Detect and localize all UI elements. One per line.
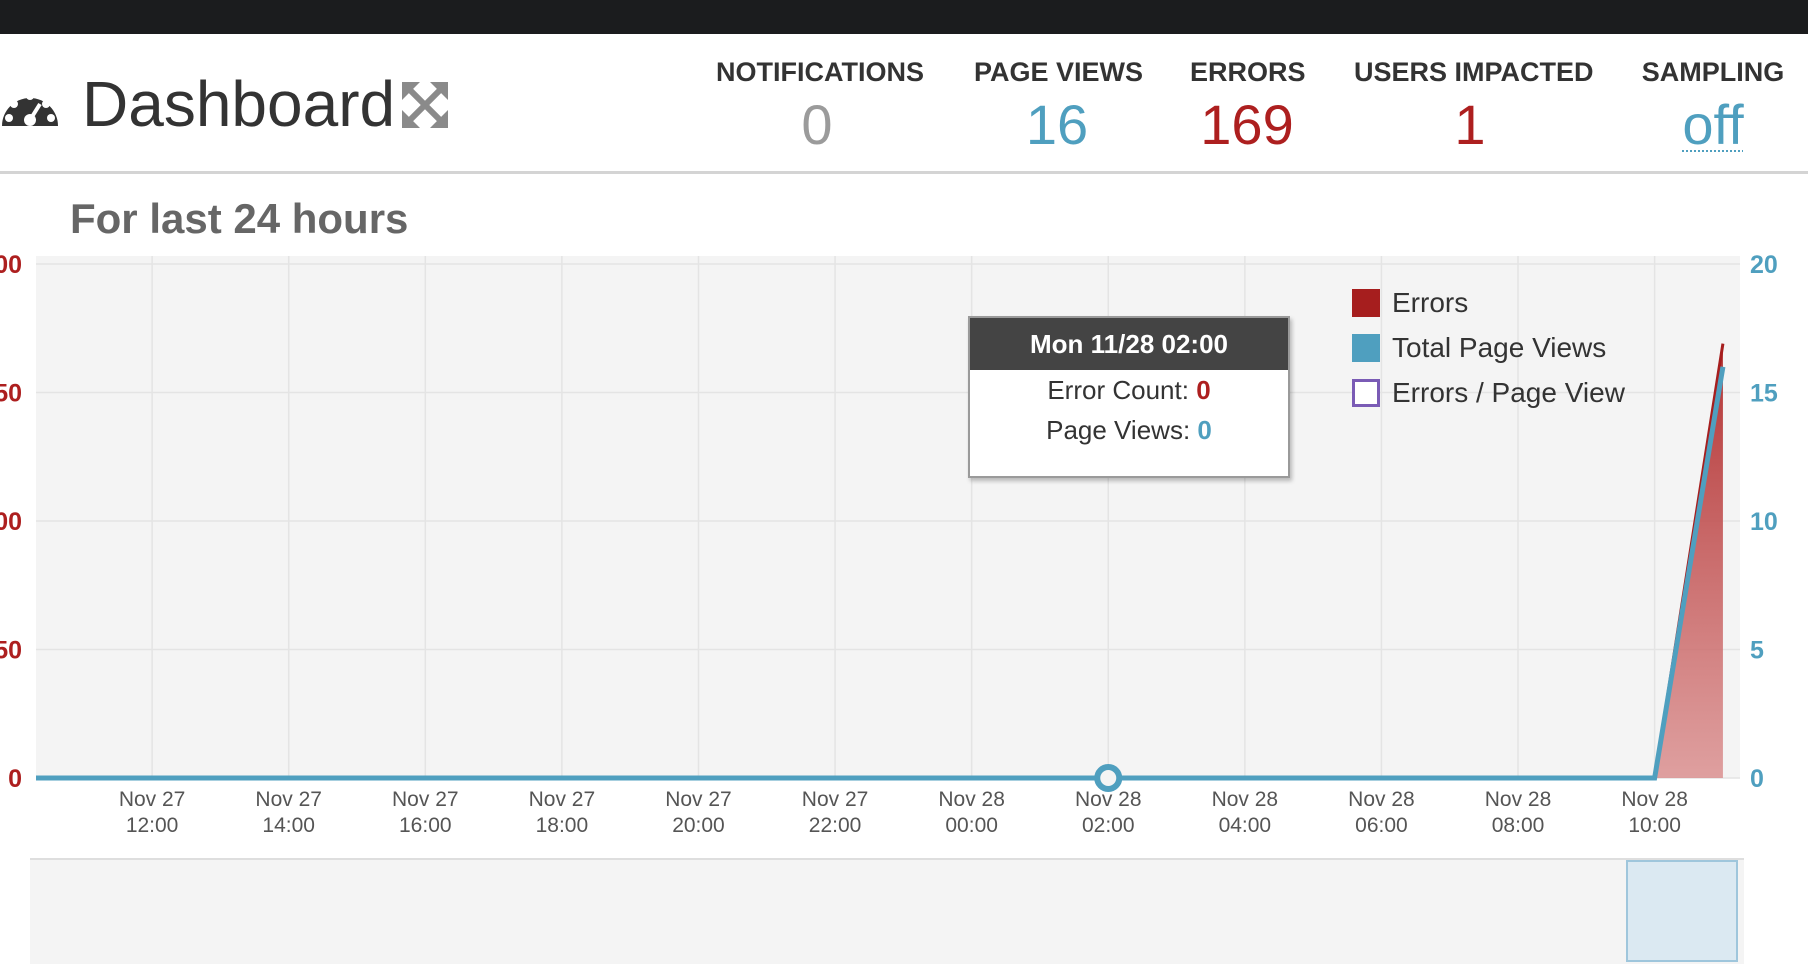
stat-errors[interactable]: ERRORS 169: [1190, 52, 1306, 158]
right-axis-tick-label: 10: [1750, 508, 1778, 536]
hover-point-marker[interactable]: [1094, 764, 1123, 792]
x-tick-label-time: 06:00: [1355, 814, 1408, 837]
range-navigator-window[interactable]: [1626, 860, 1738, 962]
tooltip-error-row: Error Count: 0: [970, 370, 1288, 410]
left-axis-tick-label: 00: [0, 508, 22, 536]
x-tick-label-date: Nov 27: [529, 788, 596, 811]
x-tick-label-time: 18:00: [536, 814, 589, 837]
x-tick-label-time: 00:00: [945, 814, 998, 837]
expand-arrows-icon[interactable]: [402, 82, 448, 128]
legend-label: Errors: [1392, 286, 1469, 318]
x-tick-label-date: Nov 28: [1212, 788, 1279, 811]
right-axis-tick-label: 15: [1750, 380, 1778, 408]
x-tick-label-date: Nov 27: [665, 788, 732, 811]
stat-label: NOTIFICATIONS: [716, 57, 924, 87]
x-tick-label-time: 04:00: [1219, 814, 1272, 837]
x-tick-label-date: Nov 28: [1485, 788, 1552, 811]
chart-legend: Errors Total Page Views Errors / Page Vi…: [1352, 280, 1625, 415]
stat-users-impacted[interactable]: USERS IMPACTED 1: [1354, 52, 1594, 158]
section-title: For last 24 hours: [70, 195, 409, 242]
tooltip-error-label: Error Count:: [1047, 375, 1189, 405]
tooltip-error-value: 0: [1196, 375, 1211, 405]
tooltip-pv-label: Page Views:: [1046, 415, 1191, 445]
legend-item-errors-per-page-view[interactable]: Errors / Page View: [1352, 370, 1625, 415]
legend-item-total-page-views[interactable]: Total Page Views: [1352, 325, 1625, 370]
x-tick-label-time: 14:00: [262, 814, 315, 837]
x-tick-label-time: 16:00: [399, 814, 452, 837]
x-tick-label-date: Nov 27: [119, 788, 186, 811]
sampling-toggle-link[interactable]: off: [1640, 92, 1786, 158]
x-tick-label-date: Nov 28: [938, 788, 1005, 811]
x-tick-label-date: Nov 27: [802, 788, 869, 811]
stat-value: 1: [1454, 93, 1486, 156]
dashboard-gauge-icon: [2, 92, 58, 126]
right-axis-tick-label: 20: [1750, 251, 1778, 279]
tooltip-pv-value: 0: [1197, 415, 1212, 445]
x-tick-label-date: Nov 27: [392, 788, 459, 811]
right-axis-tick-label: 5: [1750, 637, 1764, 665]
range-navigator[interactable]: [30, 858, 1744, 964]
stat-label: USERS IMPACTED: [1354, 57, 1594, 87]
left-axis-tick-label: 50: [0, 637, 22, 665]
stat-notifications[interactable]: NOTIFICATIONS 0: [716, 52, 924, 158]
stat-value: 169: [1200, 93, 1294, 156]
legend-swatch: [1352, 333, 1380, 362]
stat-label: SAMPLING: [1641, 57, 1785, 87]
left-axis-tick-label: 00: [0, 251, 22, 279]
x-tick-label-date: Nov 27: [255, 788, 322, 811]
stat-sampling[interactable]: SAMPLING off: [1640, 52, 1786, 158]
legend-label: Errors / Page View: [1392, 376, 1625, 408]
stat-value: 0: [801, 93, 833, 156]
left-axis-tick-label: 0: [8, 765, 22, 793]
tooltip-pageviews-row: Page Views: 0: [970, 410, 1288, 450]
x-tick-label-time: 22:00: [809, 814, 862, 837]
x-tick-label-time: 20:00: [672, 814, 725, 837]
stat-value: 16: [1025, 93, 1089, 156]
chart-tooltip: Mon 11/28 02:00 Error Count: 0 Page View…: [968, 316, 1290, 478]
legend-item-errors[interactable]: Errors: [1352, 280, 1625, 325]
legend-swatch: [1352, 288, 1380, 317]
x-tick-label-date: Nov 28: [1348, 788, 1415, 811]
x-tick-label-time: 12:00: [126, 814, 179, 837]
x-tick-label-time: 02:00: [1082, 814, 1135, 837]
stat-label: PAGE VIEWS: [974, 57, 1144, 87]
stat-page-views[interactable]: PAGE VIEWS 16: [974, 52, 1144, 158]
page-title: Dashboard: [82, 68, 396, 140]
x-tick-label-time: 10:00: [1628, 814, 1681, 837]
legend-label: Total Page Views: [1392, 331, 1607, 363]
stat-label: ERRORS: [1190, 57, 1306, 87]
x-tick-label-date: Nov 28: [1621, 788, 1688, 811]
tooltip-heading: Mon 11/28 02:00: [970, 318, 1288, 370]
right-axis-tick-label: 0: [1750, 765, 1764, 793]
left-axis-tick-label: 50: [0, 380, 22, 408]
top-bar: [0, 0, 1808, 34]
x-tick-label-time: 08:00: [1492, 814, 1545, 837]
legend-swatch: [1352, 378, 1380, 407]
